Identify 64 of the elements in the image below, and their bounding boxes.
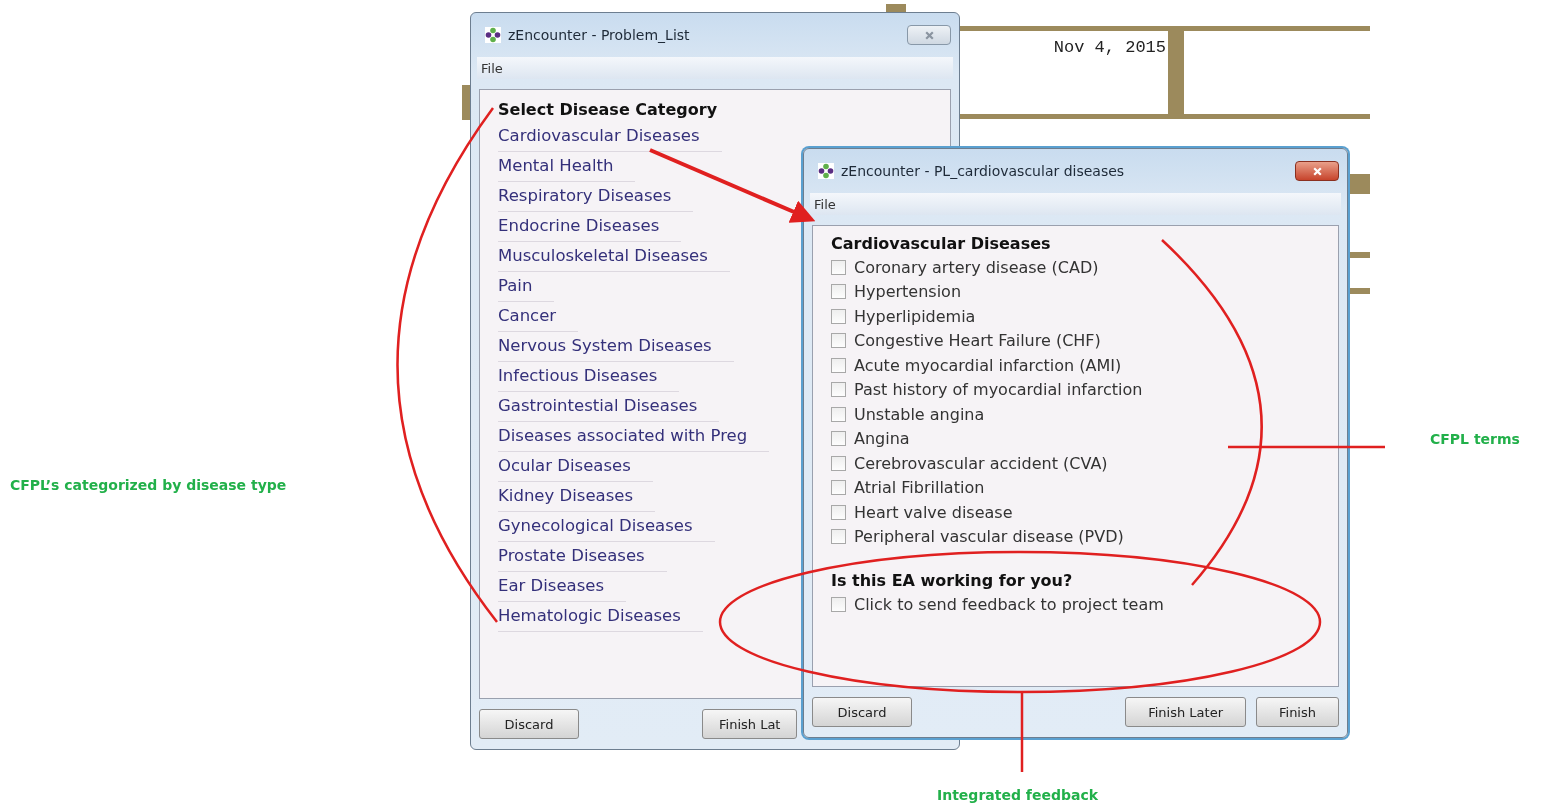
- section-heading: Cardiovascular Diseases: [831, 234, 1051, 253]
- category-link[interactable]: Prostate Diseases: [498, 543, 667, 572]
- annotation-label: Integrated feedback: [937, 787, 1098, 803]
- menu-item[interactable]: File: [814, 196, 836, 212]
- close-icon: [1311, 165, 1323, 177]
- category-link[interactable]: Nervous System Diseases: [498, 333, 734, 362]
- section-heading: Select Disease Category: [498, 100, 718, 119]
- checkbox[interactable]: [831, 431, 846, 447]
- checkbox[interactable]: [831, 529, 846, 545]
- menu-item[interactable]: File: [481, 60, 503, 76]
- app-icon: [485, 27, 501, 43]
- dialog-button[interactable]: Finish: [1256, 697, 1339, 727]
- feedback-question: Is this EA working for you?: [831, 571, 1073, 590]
- close-button[interactable]: [1295, 161, 1339, 181]
- checkbox[interactable]: [831, 284, 846, 300]
- checkbox-label: Coronary artery disease (CAD): [854, 257, 1099, 277]
- checkbox[interactable]: [831, 333, 846, 349]
- checkbox-label: Click to send feedback to project team: [854, 594, 1164, 614]
- annotation-label: CFPL’s categorized by disease type: [10, 477, 287, 493]
- checkbox[interactable]: [831, 480, 846, 496]
- checkbox[interactable]: [831, 308, 846, 324]
- category-link[interactable]: Hematologic Diseases: [498, 603, 703, 632]
- category-link[interactable]: Ocular Diseases: [498, 453, 653, 482]
- annotation-label: CFPL terms: [1430, 431, 1520, 447]
- dialog-button[interactable]: Finish Later: [1125, 697, 1246, 727]
- window-title: zEncounter - PL_cardiovascular diseases: [841, 163, 1126, 179]
- checkbox-label: Peripheral vascular disease (PVD): [854, 527, 1124, 547]
- checkbox-label: Hypertension: [854, 282, 962, 302]
- dialog-button[interactable]: Discard: [812, 697, 912, 727]
- dialog-button[interactable]: Discard: [479, 709, 579, 739]
- category-link[interactable]: Kidney Diseases: [498, 483, 655, 512]
- checkbox[interactable]: [831, 357, 846, 373]
- checkbox-label: Past history of myocardial infarction: [854, 380, 1143, 400]
- dialog-button[interactable]: Finish Lat: [702, 709, 798, 739]
- category-link[interactable]: Musculoskeletal Diseases: [498, 243, 730, 272]
- category-link[interactable]: Ear Diseases: [498, 573, 627, 602]
- category-link[interactable]: Cardiovascular Diseases: [498, 123, 722, 152]
- category-link[interactable]: Cancer: [498, 303, 579, 332]
- checkbox[interactable]: [831, 259, 846, 275]
- checkbox-label: Cerebrovascular accident (CVA): [854, 453, 1108, 473]
- checkbox-label: Unstable angina: [854, 404, 985, 424]
- checkbox[interactable]: [831, 455, 846, 471]
- category-link[interactable]: Diseases associated with Preg: [498, 423, 770, 452]
- checkbox[interactable]: [831, 504, 846, 520]
- checkbox-label: Hyperlipidemia: [854, 306, 976, 326]
- category-link[interactable]: Infectious Diseases: [498, 363, 680, 392]
- category-link[interactable]: Mental Health: [498, 153, 636, 182]
- checkbox[interactable]: [831, 406, 846, 422]
- checkbox-label: Atrial Fibrillation: [854, 478, 985, 498]
- category-link[interactable]: Respiratory Diseases: [498, 183, 694, 212]
- category-link[interactable]: Gynecological Diseases: [498, 513, 715, 542]
- checkbox[interactable]: [831, 382, 846, 398]
- category-link[interactable]: Gastrointestial Diseases: [498, 393, 720, 422]
- category-link[interactable]: Pain: [498, 273, 555, 302]
- category-link[interactable]: Endocrine Diseases: [498, 213, 682, 242]
- checkbox-label: Acute myocardial infarction (AMI): [854, 355, 1122, 375]
- checkbox-label: Angina: [854, 429, 910, 449]
- checkbox-label: Congestive Heart Failure (CHF): [854, 331, 1101, 351]
- date-label: Nov 4, 2015: [1052, 37, 1166, 59]
- window-title: zEncounter - Problem_List: [508, 27, 691, 43]
- close-icon: [923, 29, 935, 41]
- checkbox[interactable]: [831, 596, 846, 612]
- checkbox-label: Heart valve disease: [854, 502, 1013, 522]
- app-icon: [818, 163, 834, 179]
